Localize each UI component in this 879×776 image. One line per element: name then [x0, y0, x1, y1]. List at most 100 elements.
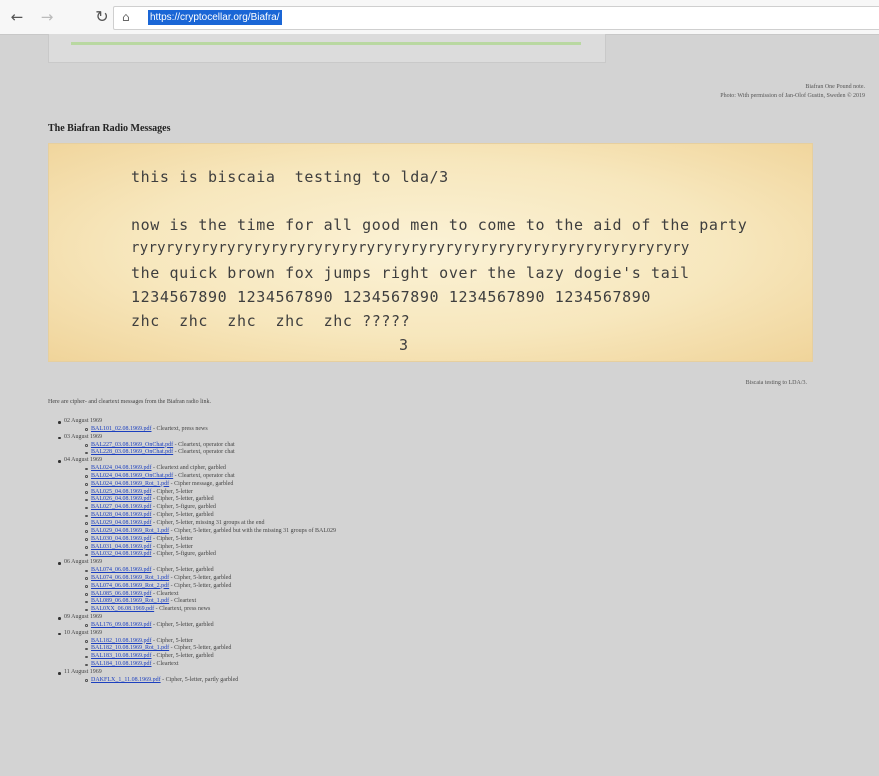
file-list: BAL176_09.08.1969.pdf - Cipher, 5-letter… [64, 622, 336, 630]
banknote-caption: Biafran One Pound note. Photo: With perm… [720, 83, 865, 101]
file-description: - Cipher, 5-letter, garbled [169, 645, 232, 652]
date-label: 10 August 1969 [64, 629, 103, 636]
teletype-line: 3 [399, 336, 409, 354]
file-item: BAL027_04.08.1969.pdf - Cipher, 5-figure… [85, 504, 336, 512]
pdf-link[interactable]: BAL032_04.08.1969.pdf [91, 551, 152, 557]
pdf-link[interactable]: BAL074_06.08.1969.pdf [91, 567, 152, 573]
pdf-link[interactable]: BAL028_04.08.1969.pdf [91, 512, 152, 518]
banknote-caption-line: Biafran One Pound note. [805, 84, 865, 90]
message-list: 02 August 1969 BAL101_02.08.1969.pdf - Cl… [58, 418, 336, 685]
teletype-printout-image: this is biscaia testing to lda/3 now is … [48, 143, 813, 362]
address-bar[interactable]: ⌂ https://cryptocellar.org/Biafra/ [113, 6, 879, 30]
pdf-link[interactable]: BAL029_04.08.1969.pdf [91, 520, 152, 526]
pdf-link[interactable]: BAL085_06.08.1969.pdf [91, 591, 152, 597]
pdf-link[interactable]: BAL182_10.08.1969.pdf [91, 638, 152, 644]
file-description: - Cipher, 5-figure, garbled [151, 504, 216, 511]
date-group: 10 August 1969 BAL182_10.08.1969.pdf - Ci… [58, 630, 336, 669]
file-item: BAL032_04.08.1969.pdf - Cipher, 5-figure… [85, 551, 336, 559]
file-item: BAL176_09.08.1969.pdf - Cipher, 5-letter… [85, 622, 336, 630]
file-description: - Cipher message, garbled [169, 480, 234, 487]
banknote-image [48, 34, 606, 63]
date-label: 09 August 1969 [64, 614, 103, 621]
teletype-line: the quick brown fox jumps right over the… [131, 264, 690, 282]
reload-icon[interactable]: ↻ [93, 8, 111, 26]
file-list: BAL074_06.08.1969.pdf - Cipher, 5-letter… [64, 567, 336, 614]
file-description: - Cleartext [169, 598, 197, 605]
file-item: BAL029_04.08.1969.pdf - Cipher, 5-letter… [85, 520, 336, 528]
file-description: - Cleartext, press news [154, 606, 211, 613]
file-list: DAKFLX_1_11.08.1969.pdf - Cipher, 5-lett… [64, 677, 336, 685]
pdf-link[interactable]: BAL024_04.08.1969.pdf [91, 465, 152, 471]
pdf-link[interactable]: BAL024_04.08.1969_OnChat.pdf [91, 473, 173, 479]
teletype-line: ryryryryryryryryryryryryryryryryryryryry… [131, 240, 690, 256]
file-item: BAL183_10.08.1969.pdf - Cipher, 5-letter… [85, 653, 336, 661]
teletype-caption: Biscaia testing to LDA/3. [745, 380, 807, 386]
pdf-link[interactable]: BAL183_10.08.1969.pdf [91, 653, 152, 659]
file-description: - Cleartext [151, 661, 179, 668]
file-item: BAL028_04.08.1969.pdf - Cipher, 5-letter… [85, 512, 336, 520]
file-item: BAL074_06.08.1969_Rot_2.pdf - Cipher, 5-… [85, 583, 336, 591]
date-label: 02 August 1969 [64, 418, 103, 424]
file-description: - Cleartext, operator chat [173, 472, 235, 479]
pdf-link[interactable]: BAL184_10.08.1969.pdf [91, 661, 152, 667]
pdf-link[interactable]: BAL227_03.08.1969_OnChat.pdf [91, 442, 173, 448]
file-description: - Cleartext, operator chat [173, 449, 235, 456]
file-description: - Cipher, 5-letter, missing 31 groups at… [151, 519, 265, 526]
file-description: - Cipher, 5-letter, garbled [169, 574, 232, 581]
pdf-link[interactable]: BAL176_09.08.1969.pdf [91, 622, 152, 628]
file-item: BAL184_10.08.1969.pdf - Cleartext [85, 661, 336, 669]
file-item: BAL101_02.08.1969.pdf - Cleartext, press… [85, 426, 336, 434]
file-description: - Cipher, 5-letter, garbled [169, 582, 232, 589]
pdf-link[interactable]: DAKFLX_1_11.08.1969.pdf [91, 677, 161, 683]
forward-arrow-icon[interactable]: → [38, 8, 56, 26]
banknote-image-stripe [71, 42, 581, 45]
pdf-link[interactable]: BAL029_04.08.1969_Rot_1.pdf [91, 528, 169, 534]
url-text[interactable]: https://cryptocellar.org/Biafra/ [148, 10, 282, 25]
pdf-link[interactable]: BAL031_04.08.1969.pdf [91, 544, 152, 550]
pdf-link[interactable]: BAL228_03.08.1969_OnChat.pdf [91, 449, 173, 455]
pdf-link[interactable]: BAL182_10.08.1969_Rot_1.pdf [91, 645, 169, 651]
file-list: BAL182_10.08.1969.pdf - Cipher, 5-letter… [64, 638, 336, 669]
teletype-line: this is biscaia testing to lda/3 [131, 168, 449, 186]
file-item: BAL0XX_06.08.1969.pdf - Cleartext, press… [85, 606, 336, 614]
file-list: BAL227_03.08.1969_OnChat.pdf - Cleartext… [64, 442, 336, 458]
pdf-link[interactable]: BAL074_06.08.1969_Rot_2.pdf [91, 583, 169, 589]
file-list: BAL101_02.08.1969.pdf - Cleartext, press… [64, 426, 336, 434]
intro-text: Here are cipher- and cleartext messages … [48, 399, 211, 405]
pdf-link[interactable]: BAL0XX_06.08.1969.pdf [91, 606, 154, 612]
file-description: - Cipher, 5-figure, garbled [151, 551, 216, 558]
back-arrow-icon[interactable]: ← [8, 8, 26, 26]
file-description: - Cipher, 5-letter, garbled but with the… [169, 527, 336, 534]
file-description: - Cipher, 5-letter, garbled [151, 567, 214, 574]
file-description: - Cipher, 5-letter, garbled [151, 512, 214, 519]
file-item: BAL030_04.08.1969.pdf - Cipher, 5-letter [85, 536, 336, 544]
date-label: 11 August 1969 [64, 669, 102, 675]
file-description: - Cipher, 5-letter, garbled [151, 653, 214, 660]
date-group: 03 August 1969 BAL227_03.08.1969_OnChat.p… [58, 434, 336, 458]
date-group: 11 August 1969 DAKFLX_1_11.08.1969.pdf - … [58, 669, 336, 685]
pdf-link[interactable]: BAL089_06.08.1969_Rot_1.pdf [91, 598, 169, 604]
file-description: - Cipher, 5-letter, partly garbled [160, 676, 239, 683]
pdf-link[interactable]: BAL026_04.08.1969.pdf [91, 496, 152, 502]
pdf-link[interactable]: BAL027_04.08.1969.pdf [91, 504, 152, 510]
browser-toolbar: ← → ↻ ⌂ https://cryptocellar.org/Biafra/ [0, 0, 879, 35]
file-description: - Cleartext and cipher, garbled [151, 465, 226, 472]
file-item: BAL074_06.08.1969.pdf - Cipher, 5-letter… [85, 567, 336, 575]
pdf-link[interactable]: BAL101_02.08.1969.pdf [91, 426, 152, 432]
date-label: 03 August 1969 [64, 433, 103, 440]
file-description: - Cleartext, press news [151, 425, 208, 432]
file-description: - Cipher, 5-letter, garbled [151, 496, 214, 503]
pdf-link[interactable]: BAL074_06.08.1969_Rot_1.pdf [91, 575, 169, 581]
file-description: - Cleartext, operator chat [173, 441, 235, 448]
section-title: The Biafran Radio Messages [48, 123, 171, 134]
teletype-line: zhc zhc zhc zhc zhc ????? [131, 312, 411, 330]
home-icon[interactable]: ⌂ [122, 10, 136, 24]
date-group: 02 August 1969 BAL101_02.08.1969.pdf - Cl… [58, 418, 336, 434]
file-description: - Cipher, 5-letter [151, 637, 193, 644]
banknote-credit-line: Photo: With permission of Jan-Olof Gusti… [720, 93, 865, 99]
pdf-link[interactable]: BAL025_04.08.1969.pdf [91, 489, 152, 495]
pdf-link[interactable]: BAL030_04.08.1969.pdf [91, 536, 152, 542]
file-description: - Cipher, 5-letter [151, 535, 193, 542]
pdf-link[interactable]: BAL024_04.08.1969_Rot_1.pdf [91, 481, 169, 487]
date-group: 09 August 1969 BAL176_09.08.1969.pdf - Ci… [58, 614, 336, 630]
